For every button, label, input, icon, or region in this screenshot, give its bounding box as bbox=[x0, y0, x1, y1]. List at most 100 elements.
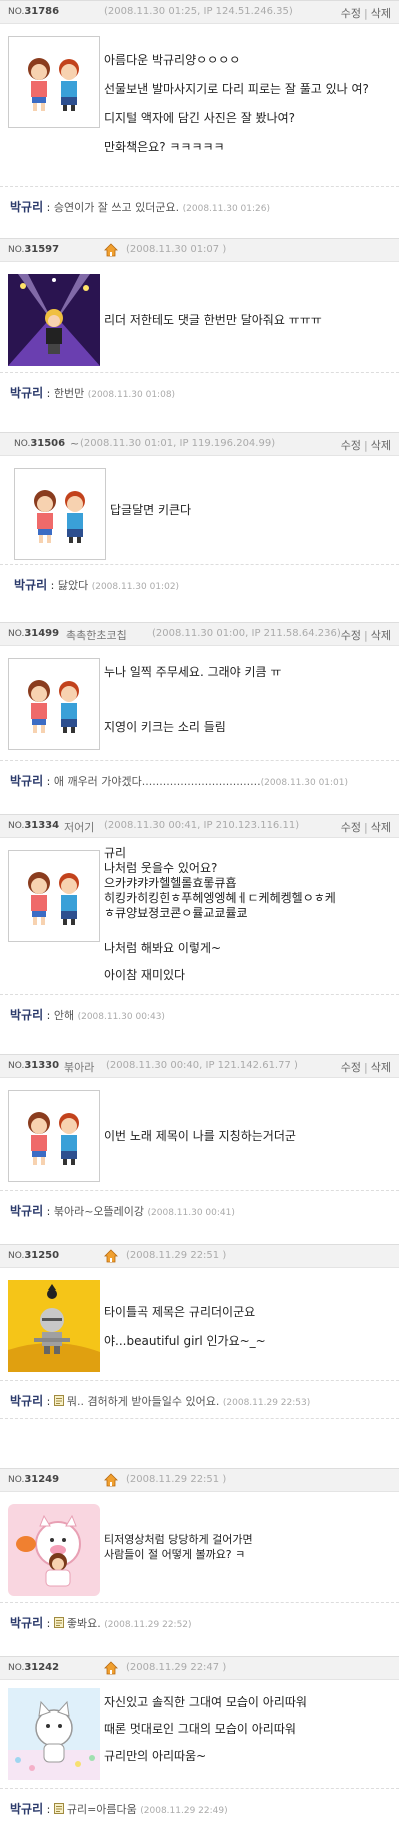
reply-text: 붂아라~오뜰레이강 bbox=[53, 1205, 145, 1218]
owner-reply: 박규리 : 승연이가 잘 쓰고 있더군요. (2008.11.30 01:26) bbox=[0, 186, 399, 224]
delete-link[interactable]: 삭제 bbox=[371, 7, 391, 20]
post-number: NO.31242 bbox=[8, 1662, 60, 1673]
post-body: 티저영상처럼 당당하게 걸어가면 사람들이 절 어떻게 볼까요? ㅋ bbox=[104, 1533, 253, 1561]
reply-date: (2008.11.29 22:53) bbox=[222, 1398, 311, 1408]
edit-link[interactable]: 수정 bbox=[341, 821, 361, 834]
post-number: NO.31330 bbox=[8, 1060, 60, 1071]
post-author[interactable]: 저어기 bbox=[64, 819, 94, 835]
reply-date: (2008.11.30 01:01) bbox=[260, 778, 349, 788]
reply-text: 애 깨우러 가야겠다..............................… bbox=[53, 775, 261, 788]
avatar bbox=[8, 1504, 100, 1596]
reply-text: 규리=아름다움 bbox=[66, 1803, 137, 1816]
post-body: 리더 저한테도 댓글 한번만 달아줘요 ㅠㅠㅠ bbox=[104, 313, 322, 327]
stage-avatar-icon bbox=[8, 274, 100, 366]
post-author[interactable]: ~ bbox=[70, 437, 79, 450]
home-icon[interactable] bbox=[104, 1473, 118, 1487]
reply-author[interactable]: 박규리 bbox=[10, 1008, 43, 1022]
owner-reply: 박규리 : 붂아라~오뜰레이강 (2008.11.30 00:41) bbox=[0, 1190, 399, 1228]
post-number: NO.31506 bbox=[14, 438, 66, 449]
cat-character-avatar-icon bbox=[8, 1688, 100, 1780]
home-icon[interactable] bbox=[104, 1661, 118, 1675]
avatar bbox=[8, 1090, 100, 1182]
owner-reply: 박규리 : 애 깨우러 가야겠다........................… bbox=[0, 760, 399, 798]
post-actions: 수정 | 삭제 bbox=[340, 821, 391, 834]
home-icon[interactable] bbox=[104, 243, 118, 257]
post-header: NO.31250 (2008.11.29 22:51 ) bbox=[0, 1244, 399, 1268]
owner-reply: 박규리 : 한번만 (2008.11.30 01:08) bbox=[0, 372, 399, 410]
delete-link[interactable]: 삭제 bbox=[371, 1061, 391, 1074]
post-meta: (2008.11.29 22:51 ) bbox=[126, 1250, 227, 1261]
post-number: NO.31334 bbox=[8, 820, 60, 831]
home-icon[interactable] bbox=[104, 1249, 118, 1263]
post-meta: (2008.11.30 01:00, IP 211.58.64.236) bbox=[152, 628, 341, 639]
owner-reply: 박규리 : 닳았다 (2008.11.30 01:02) bbox=[0, 564, 399, 602]
reply-author[interactable]: 박규리 bbox=[10, 386, 43, 400]
reply-text: 뭐.. 겸허하게 받아들일수 있어요. bbox=[66, 1395, 220, 1408]
reply-text: 승연이가 잘 쓰고 있더군요. bbox=[53, 201, 180, 214]
post-meta: (2008.11.29 22:47 ) bbox=[126, 1662, 227, 1673]
post-header: NO.31506 ~ (2008.11.30 01:01, IP 119.196… bbox=[0, 432, 399, 456]
edit-link[interactable]: 수정 bbox=[341, 629, 361, 642]
post-author[interactable]: 붂아라 bbox=[64, 1059, 94, 1075]
delete-link[interactable]: 삭제 bbox=[371, 439, 391, 452]
memo-icon bbox=[53, 1395, 64, 1406]
reply-date: (2008.11.29 22:52) bbox=[104, 1620, 192, 1630]
post-line: 선물보낸 발마사지기로 다리 피로는 잘 풀고 있나 여? bbox=[104, 82, 369, 96]
edit-link[interactable]: 수정 bbox=[341, 1061, 361, 1074]
post-header: NO.31242 (2008.11.29 22:47 ) bbox=[0, 1656, 399, 1680]
post-header: NO.31597 (2008.11.30 01:07 ) bbox=[0, 238, 399, 262]
post-actions: 수정 | 삭제 bbox=[340, 439, 391, 452]
post-meta: (2008.11.29 22:51 ) bbox=[126, 1474, 227, 1485]
reply-author[interactable]: 박규리 bbox=[10, 1204, 43, 1218]
owner-reply: 박규리 : 좋봐요. (2008.11.29 22:52) bbox=[0, 1602, 399, 1640]
post-number: NO.31786 bbox=[8, 6, 60, 17]
reply-author[interactable]: 박규리 bbox=[10, 1802, 43, 1816]
delete-link[interactable]: 삭제 bbox=[371, 629, 391, 642]
reply-date: (2008.11.30 00:41) bbox=[147, 1208, 235, 1218]
memo-icon bbox=[53, 1803, 64, 1814]
post-body: 아름다운 박규리양ㅇㅇㅇㅇ 선물보낸 발마사지기로 다리 피로는 잘 풀고 있나… bbox=[104, 52, 374, 168]
edit-link[interactable]: 수정 bbox=[341, 439, 361, 452]
post-body: 누나 일찍 주무세요. 그래야 키큼 ㅠ 지영이 키크는 소리 들림 bbox=[104, 665, 282, 734]
reply-author[interactable]: 박규리 bbox=[14, 578, 47, 592]
reply-text: 닳았다 bbox=[57, 579, 89, 592]
edit-link[interactable]: 수정 bbox=[341, 7, 361, 20]
reply-date: (2008.11.29 22:49) bbox=[140, 1806, 228, 1816]
reply-author[interactable]: 박규리 bbox=[10, 200, 43, 214]
avatar bbox=[8, 274, 100, 366]
delete-link[interactable]: 삭제 bbox=[371, 821, 391, 834]
post-meta: (2008.11.30 01:07 ) bbox=[126, 244, 227, 255]
couple-avatar-icon bbox=[34, 490, 85, 543]
post-meta: (2008.11.30 01:25, IP 124.51.246.35) bbox=[104, 6, 293, 17]
avatar bbox=[8, 658, 100, 750]
reply-date: (2008.11.30 01:08) bbox=[87, 390, 176, 400]
post-header: NO.31334 저어기 (2008.11.30 00:41, IP 210.1… bbox=[0, 814, 399, 838]
post-header: NO.31330 붂아라 (2008.11.30 00:40, IP 121.1… bbox=[0, 1054, 399, 1078]
reply-date: (2008.11.30 00:43) bbox=[77, 1012, 165, 1022]
post-spacer bbox=[0, 1418, 399, 1466]
post-body: 타이틀곡 제목은 규리더이군요 야...beautiful girl 인가요~_… bbox=[104, 1305, 266, 1348]
post-author[interactable]: 촉촉한초코칩 bbox=[66, 627, 127, 643]
post-meta: (2008.11.30 00:41, IP 210.123.116.11) bbox=[104, 820, 300, 831]
memo-icon bbox=[53, 1617, 64, 1628]
avatar bbox=[8, 36, 100, 128]
avatar bbox=[8, 1688, 100, 1780]
post-number: NO.31499 bbox=[8, 628, 60, 639]
post-meta: (2008.11.30 01:01, IP 119.196.204.99) bbox=[80, 438, 276, 449]
post-body: 규리 나처럼 웃을수 있어요? 으카캬캬카헬헬롤효롷큐횹 히킹카히킹힌ㅎ푸헤엥엥… bbox=[104, 846, 336, 982]
reply-author[interactable]: 박규리 bbox=[10, 774, 43, 788]
reply-author[interactable]: 박규리 bbox=[10, 1394, 43, 1408]
avatar bbox=[8, 850, 100, 942]
couple-avatar-icon bbox=[28, 680, 79, 733]
couple-avatar-icon bbox=[28, 58, 79, 111]
pig-character-avatar-icon bbox=[8, 1504, 100, 1596]
reply-author[interactable]: 박규리 bbox=[10, 1616, 43, 1630]
post-body: 이번 노래 제목이 나를 지칭하는거더군 bbox=[104, 1129, 296, 1143]
avatar bbox=[8, 1280, 100, 1372]
post-number: NO.31250 bbox=[8, 1250, 60, 1261]
post-header: NO.31249 (2008.11.29 22:51 ) bbox=[0, 1468, 399, 1492]
post-number: NO.31597 bbox=[8, 244, 60, 255]
couple-avatar-icon bbox=[28, 1112, 79, 1165]
reply-date: (2008.11.30 01:26) bbox=[182, 204, 270, 214]
post-meta: (2008.11.30 00:40, IP 121.142.61.77 ) bbox=[106, 1060, 298, 1071]
